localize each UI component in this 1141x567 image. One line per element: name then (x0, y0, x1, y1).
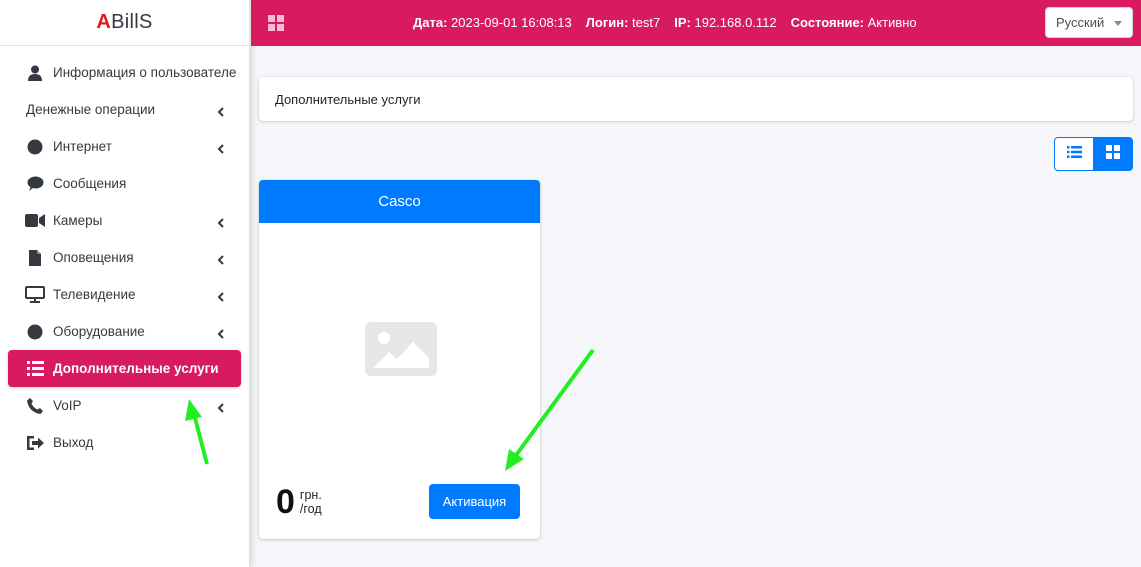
user-icon (25, 64, 45, 82)
list-view-button[interactable] (1054, 137, 1094, 171)
sidebar-nav: Информация о пользователе Денежные опера… (0, 46, 249, 461)
sidebar-item-user-info[interactable]: Информация о пользователе (8, 54, 241, 91)
chevron-left-icon (217, 216, 225, 228)
circle-icon (25, 323, 45, 341)
sidebar-item-label: Интернет (53, 139, 112, 154)
sidebar-item-internet[interactable]: Интернет (8, 128, 241, 165)
sidebar-item-money-operations[interactable]: Денежные операции (8, 91, 241, 128)
chevron-left-icon (217, 401, 225, 413)
video-camera-icon (25, 212, 45, 230)
sidebar-item-voip[interactable]: VoIP (8, 387, 241, 424)
sidebar-item-messages[interactable]: Сообщения (8, 165, 241, 202)
chevron-left-icon (217, 142, 225, 154)
chevron-left-icon (217, 253, 225, 265)
grid-icon (1106, 144, 1120, 164)
sidebar-item-label: Телевидение (53, 287, 136, 302)
grid-view-button[interactable] (1093, 137, 1133, 171)
sidebar-item-label: Денежные операции (26, 102, 156, 117)
language-select[interactable]: Русский (1045, 7, 1133, 38)
sidebar-item-label: Информация о пользователе (53, 65, 237, 80)
image-placeholder-icon (365, 322, 437, 376)
comment-icon (25, 175, 45, 193)
service-card: Casco 0 грн. /год Активация (259, 180, 540, 539)
phone-icon (25, 397, 45, 415)
view-switch (1054, 137, 1133, 171)
service-card-title: Casco (259, 180, 540, 223)
activate-button[interactable]: Активация (429, 484, 520, 519)
sidebar-item-label: VoIP (53, 398, 82, 413)
sidebar-item-logout[interactable]: Выход (8, 424, 241, 461)
list-icon (1066, 145, 1082, 163)
service-price: 0 грн. /год (276, 483, 322, 521)
brand-logo[interactable]: A BillS (0, 0, 249, 46)
sidebar-item-label: Дополнительные услуги (53, 361, 219, 376)
sign-out-icon (25, 434, 45, 452)
sidebar-item-label: Сообщения (53, 176, 127, 191)
sidebar-item-tv[interactable]: Телевидение (8, 276, 241, 313)
session-info: Дата: 2023-09-01 16:08:13 Логин: test7 IP:… (413, 15, 917, 30)
sidebar: A BillS Информация о пользователе Денежны… (0, 0, 250, 567)
sidebar-item-label: Камеры (53, 213, 103, 228)
chevron-left-icon (217, 105, 225, 117)
price-period: /год (299, 502, 322, 516)
top-bar: Дата: 2023-09-01 16:08:13 Логин: test7 IP:… (251, 0, 1141, 46)
sidebar-item-label: Выход (53, 435, 94, 450)
file-icon (25, 249, 45, 267)
globe-icon (25, 138, 45, 156)
list-icon (25, 360, 45, 378)
tv-icon (25, 286, 45, 304)
price-currency: грн. (299, 488, 322, 502)
chevron-left-icon (217, 327, 225, 339)
chevron-left-icon (217, 290, 225, 302)
sidebar-item-label: Оборудование (53, 324, 145, 339)
page-title: Дополнительные услуги (259, 77, 1133, 121)
caret-down-icon (1114, 21, 1122, 26)
grid-menu-icon[interactable] (268, 15, 284, 31)
sidebar-item-equipment[interactable]: Оборудование (8, 313, 241, 350)
sidebar-item-additional-services[interactable]: Дополнительные услуги (8, 350, 241, 387)
sidebar-item-notifications[interactable]: Оповещения (8, 239, 241, 276)
sidebar-item-cameras[interactable]: Камеры (8, 202, 241, 239)
sidebar-item-label: Оповещения (53, 250, 134, 265)
